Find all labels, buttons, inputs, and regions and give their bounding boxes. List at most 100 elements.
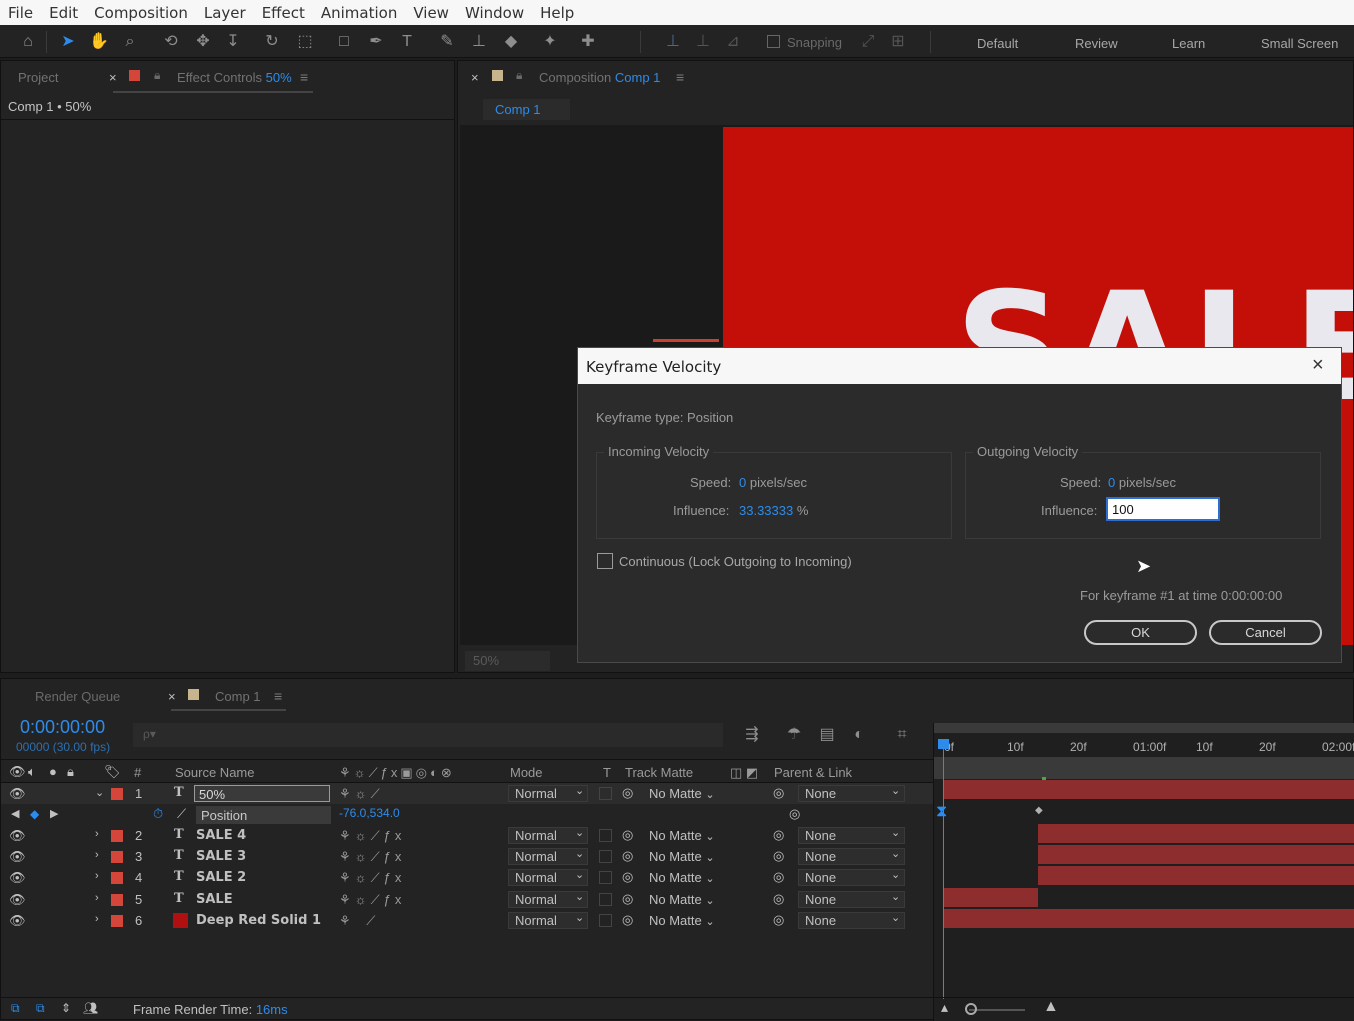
preserve-transparency-checkbox[interactable] <box>599 829 612 842</box>
world-axis-icon[interactable]: ⊥ <box>693 32 713 52</box>
layer-row[interactable]: 👁︎ › 4 T SALE 2 ⚘☼⟋ƒx Normal ⌄ ◎ No Matt… <box>1 867 933 888</box>
orbit-camera-icon[interactable]: ⟲ <box>161 32 181 52</box>
audio-header-icon[interactable]: 🔈︎ <box>28 764 36 780</box>
parent-pickwhip-icon[interactable]: ◎ <box>773 891 784 907</box>
layer-label-color[interactable] <box>111 851 123 863</box>
track-matte-pickwhip-icon[interactable]: ◎ <box>622 827 633 843</box>
visibility-eye-icon[interactable]: 👁︎ <box>9 828 26 844</box>
track-matte-pickwhip-icon[interactable]: ◎ <box>622 848 633 864</box>
keyframe-diamond-icon[interactable]: ◆ <box>30 807 39 821</box>
work-area-bar[interactable] <box>934 723 1354 733</box>
mode-dropdown[interactable]: Normal ⌄ <box>508 785 588 802</box>
menu-effect[interactable]: Effect <box>254 4 313 22</box>
preserve-transparency-checkbox[interactable] <box>599 787 612 800</box>
zoom-slider-handle[interactable] <box>965 1003 977 1015</box>
selected-keyframe-icon[interactable]: ⧗ <box>936 803 954 821</box>
clone-stamp-icon[interactable]: ⊥ <box>469 32 489 52</box>
snap-edges-icon[interactable]: ⤢ <box>858 32 878 52</box>
mode-dropdown[interactable]: Normal ⌄ <box>508 912 588 929</box>
layer-switches[interactable]: ⚘☼⟋ƒx <box>339 892 405 908</box>
type-tool-icon[interactable]: T <box>397 32 417 52</box>
workspace-small-screen[interactable]: Small Screen <box>1261 36 1338 51</box>
parent-dropdown[interactable]: None ⌄ <box>798 827 905 844</box>
layer-row[interactable]: 👁︎ › 6 Deep Red Solid 1 ⚘ ⟋ Normal ⌄ ◎ N… <box>1 910 933 931</box>
pan-behind-icon[interactable]: ⬚ <box>295 32 315 52</box>
layer-switches[interactable]: ⚘☼⟋ƒx <box>339 870 405 886</box>
selection-tool-icon[interactable]: ➤ <box>58 32 78 52</box>
position-property-value[interactable]: -76.0,534.0 <box>339 806 400 820</box>
menu-window[interactable]: Window <box>457 4 532 22</box>
layer-switches[interactable]: ⚘☼⟋ƒx <box>339 849 405 865</box>
workspace-learn[interactable]: Learn <box>1172 36 1205 51</box>
zoom-dropdown[interactable]: 50% <box>465 651 550 671</box>
playhead-handle[interactable] <box>938 739 949 749</box>
layer-label-color[interactable] <box>111 788 123 800</box>
local-axis-icon[interactable]: ⊥ <box>663 32 683 52</box>
parent-pickwhip-icon[interactable]: ◎ <box>773 869 784 885</box>
track-matte-dropdown[interactable]: No Matte ⌄ <box>649 849 715 864</box>
preserve-transparency-checkbox[interactable] <box>599 914 612 927</box>
work-area-range[interactable] <box>934 757 1354 779</box>
rotation-tool-icon[interactable]: ↻ <box>262 32 282 52</box>
layer-label-color[interactable] <box>111 830 123 842</box>
frame-blending-icon[interactable]: ▤ <box>817 725 837 745</box>
layer-row[interactable]: 👁︎ › 3 T SALE 3 ⚘☼⟋ƒx Normal ⌄ ◎ No Matt… <box>1 846 933 867</box>
render-time-toggle-icon[interactable]: 👥︎ <box>83 1001 98 1015</box>
track-matte-dropdown[interactable]: No Matte ⌄ <box>649 786 715 801</box>
track-matte-dropdown[interactable]: No Matte ⌄ <box>649 892 715 907</box>
parent-dropdown[interactable]: None ⌄ <box>798 869 905 886</box>
track-matte-header[interactable]: Track Matte <box>625 765 693 780</box>
chevron-down-icon[interactable]: ⌄ <box>95 786 104 799</box>
tab-project[interactable]: Project <box>18 70 58 85</box>
chevron-right-icon[interactable]: › <box>95 849 99 861</box>
lock-icon[interactable]: 🔒︎ <box>516 68 522 83</box>
layer-bar-6[interactable] <box>944 909 1354 928</box>
parent-link-header[interactable]: Parent & Link <box>774 765 852 780</box>
current-timecode[interactable]: 0:00:00:00 <box>20 717 105 738</box>
outgoing-speed-value[interactable]: 0 <box>1108 475 1115 490</box>
stopwatch-icon[interactable]: ⏱︎ <box>153 806 163 822</box>
zoom-slider-track[interactable] <box>969 1009 1025 1011</box>
layer-name[interactable]: SALE 4 <box>196 828 246 843</box>
snap-features-icon[interactable]: ⊞ <box>888 32 908 52</box>
chevron-right-icon[interactable]: › <box>95 892 99 904</box>
mode-dropdown[interactable]: Normal ⌄ <box>508 848 588 865</box>
keyframe-icon[interactable]: ◆ <box>1035 805 1043 816</box>
pen-tool-icon[interactable]: ✒ <box>366 32 386 52</box>
menu-layer[interactable]: Layer <box>196 4 254 22</box>
close-icon[interactable]: × <box>168 689 176 704</box>
graph-icon[interactable]: ⟋ <box>177 806 186 822</box>
lock-header-icon[interactable]: 🔒︎ <box>67 764 74 780</box>
mode-header[interactable]: Mode <box>510 765 543 780</box>
roto-brush-icon[interactable]: ✦ <box>540 32 560 52</box>
source-name-header[interactable]: Source Name <box>175 765 254 780</box>
layer-row[interactable]: 👁︎ › 5 T SALE ⚘☼⟋ƒx Normal ⌄ ◎ No Matte … <box>1 889 933 910</box>
track-matte-dropdown[interactable]: No Matte ⌄ <box>649 870 715 885</box>
shy-layers-icon[interactable]: ☂ <box>784 725 804 745</box>
menu-help[interactable]: Help <box>532 4 582 22</box>
track-matte-dropdown[interactable]: No Matte ⌄ <box>649 828 715 843</box>
menu-view[interactable]: View <box>405 4 457 22</box>
timeline-graph-area[interactable]: 0f 10f 20f 01:00f 10f 20f 02:00f ⧗ ◆ <box>933 723 1354 1021</box>
track-matte-pickwhip-icon[interactable]: ◎ <box>622 891 633 907</box>
tab-render-queue[interactable]: Render Queue <box>35 689 120 704</box>
close-icon[interactable]: × <box>1312 354 1324 377</box>
tab-composition[interactable]: Composition Comp 1 <box>539 70 660 85</box>
incoming-influence-value[interactable]: 33.33333 <box>739 503 793 518</box>
solo-header-icon[interactable]: ● <box>49 764 57 779</box>
comp-subtab[interactable]: Comp 1 <box>483 99 570 120</box>
layer-bar-1[interactable] <box>944 780 1354 799</box>
parent-pickwhip-icon[interactable]: ◎ <box>773 827 784 843</box>
graph-editor-icon[interactable]: ⌗ <box>892 725 912 745</box>
layer-bounding-handle[interactable] <box>653 339 719 347</box>
layer-bar-5[interactable] <box>944 888 1038 907</box>
zoom-in-icon[interactable]: ▲ <box>1043 998 1059 1016</box>
close-icon[interactable]: × <box>471 70 479 85</box>
menu-file[interactable]: File <box>0 4 41 22</box>
dolly-camera-icon[interactable]: ↧ <box>223 32 243 52</box>
layer-switches[interactable]: ⚘ ⟋ <box>339 913 381 929</box>
visibility-eye-icon[interactable]: 👁︎ <box>9 913 26 929</box>
panel-menu-icon[interactable]: ≡ <box>274 688 282 704</box>
menu-edit[interactable]: Edit <box>41 4 86 22</box>
layer-name[interactable]: SALE 3 <box>196 849 246 864</box>
